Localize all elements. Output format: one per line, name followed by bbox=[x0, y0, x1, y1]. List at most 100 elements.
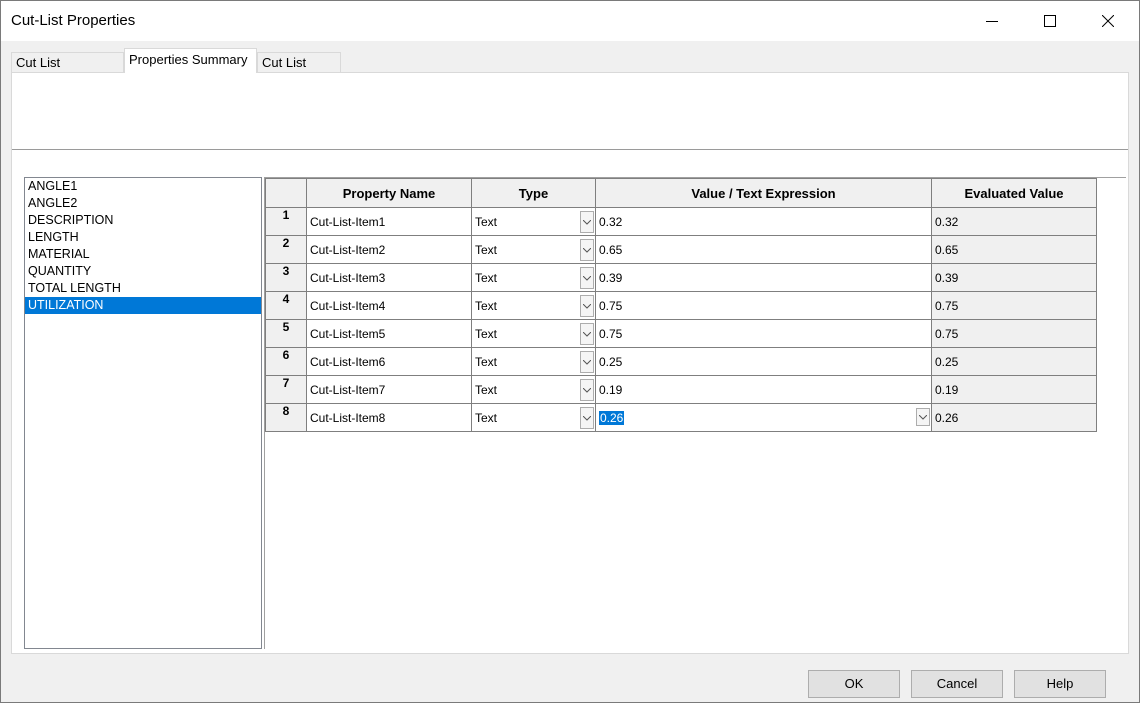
property-name-text: Cut-List-Item6 bbox=[310, 354, 386, 369]
type-dropdown-button[interactable] bbox=[580, 239, 594, 261]
column-header-value-expression[interactable]: Value / Text Expression bbox=[595, 178, 932, 208]
tab-cut-list-table[interactable]: Cut List Table bbox=[257, 52, 341, 90]
minimize-icon bbox=[986, 21, 998, 22]
value-text: 0.75 bbox=[599, 298, 623, 313]
evaluated-value-text: 0.75 bbox=[935, 326, 959, 341]
value-dropdown-button[interactable] bbox=[916, 408, 930, 426]
value-expression-cell[interactable]: 0.75 bbox=[595, 291, 932, 320]
row-number[interactable]: 1 bbox=[265, 207, 307, 236]
property-list-item[interactable]: QUANTITY bbox=[25, 263, 261, 280]
property-name-cell[interactable]: Cut-List-Item8 bbox=[306, 403, 472, 432]
type-dropdown-button[interactable] bbox=[580, 267, 594, 289]
evaluated-value-text: 0.25 bbox=[935, 354, 959, 369]
type-dropdown-button[interactable] bbox=[580, 323, 594, 345]
help-button[interactable]: Help bbox=[1014, 670, 1106, 698]
minimize-button[interactable] bbox=[963, 1, 1021, 41]
row-number[interactable]: 8 bbox=[265, 403, 307, 432]
evaluated-value-cell: 0.75 bbox=[931, 291, 1097, 320]
table-row: 2 Cut-List-Item2 Text 0.65 0.65 bbox=[265, 235, 1097, 264]
property-name-cell[interactable]: Cut-List-Item3 bbox=[306, 263, 472, 292]
cancel-button[interactable]: Cancel bbox=[911, 670, 1003, 698]
property-list-item[interactable]: LENGTH bbox=[25, 229, 261, 246]
evaluated-value-cell: 0.26 bbox=[931, 403, 1097, 432]
property-list[interactable]: ANGLE1 ANGLE2 DESCRIPTION LENGTH MATERIA… bbox=[24, 177, 262, 649]
property-list-item[interactable]: DESCRIPTION bbox=[25, 212, 261, 229]
value-text: 0.65 bbox=[599, 242, 623, 257]
maximize-button[interactable] bbox=[1021, 1, 1079, 41]
property-name-text: Cut-List-Item4 bbox=[310, 298, 386, 313]
table-row: 7 Cut-List-Item7 Text 0.19 0.19 bbox=[265, 375, 1097, 404]
property-name-text: Cut-List-Item5 bbox=[310, 326, 386, 341]
column-header-evaluated-value[interactable]: Evaluated Value bbox=[931, 178, 1097, 208]
evaluated-value-cell: 0.39 bbox=[931, 263, 1097, 292]
property-name-cell[interactable]: Cut-List-Item4 bbox=[306, 291, 472, 320]
type-text: Text bbox=[475, 298, 498, 313]
row-number[interactable]: 6 bbox=[265, 347, 307, 376]
type-cell[interactable]: Text bbox=[471, 207, 596, 236]
evaluated-value-cell: 0.25 bbox=[931, 347, 1097, 376]
type-text: Text bbox=[475, 270, 498, 285]
property-list-item[interactable]: ANGLE1 bbox=[25, 178, 261, 195]
column-header-property-name[interactable]: Property Name bbox=[306, 178, 472, 208]
chevron-down-icon bbox=[583, 275, 591, 281]
evaluated-value-text: 0.32 bbox=[935, 214, 959, 229]
table-row: 6 Cut-List-Item6 Text 0.25 0.25 bbox=[265, 347, 1097, 376]
chevron-down-icon bbox=[583, 219, 591, 225]
property-list-item[interactable]: MATERIAL bbox=[25, 246, 261, 263]
value-expression-cell[interactable]: 0.75 bbox=[595, 319, 932, 348]
property-name-text: Cut-List-Item7 bbox=[310, 382, 386, 397]
row-number[interactable]: 4 bbox=[265, 291, 307, 320]
value-expression-cell[interactable]: 0.25 bbox=[595, 347, 932, 376]
type-text: Text bbox=[475, 214, 498, 229]
row-number[interactable]: 5 bbox=[265, 319, 307, 348]
type-dropdown-button[interactable] bbox=[580, 407, 594, 429]
tab-cut-list-summary[interactable]: Cut List Summary bbox=[11, 52, 124, 90]
value-text: 0.32 bbox=[599, 214, 623, 229]
property-name-cell[interactable]: Cut-List-Item5 bbox=[306, 319, 472, 348]
row-number[interactable]: 7 bbox=[265, 375, 307, 404]
type-dropdown-button[interactable] bbox=[580, 351, 594, 373]
type-dropdown-button[interactable] bbox=[580, 295, 594, 317]
type-text: Text bbox=[475, 410, 498, 425]
row-number[interactable]: 2 bbox=[265, 235, 307, 264]
type-cell[interactable]: Text bbox=[471, 403, 596, 432]
evaluated-value-text: 0.39 bbox=[935, 270, 959, 285]
tab-properties-summary[interactable]: Properties Summary bbox=[124, 48, 257, 73]
value-expression-cell[interactable]: 0.26 bbox=[595, 403, 932, 432]
type-dropdown-button[interactable] bbox=[580, 211, 594, 233]
property-name-cell[interactable]: Cut-List-Item2 bbox=[306, 235, 472, 264]
value-expression-cell[interactable]: 0.32 bbox=[595, 207, 932, 236]
maximize-icon bbox=[1044, 15, 1056, 27]
row-number[interactable]: 3 bbox=[265, 263, 307, 292]
type-cell[interactable]: Text bbox=[471, 347, 596, 376]
value-expression-cell[interactable]: 0.19 bbox=[595, 375, 932, 404]
property-list-item[interactable]: UTILIZATION bbox=[25, 297, 261, 314]
property-name-cell[interactable]: Cut-List-Item6 bbox=[306, 347, 472, 376]
type-cell[interactable]: Text bbox=[471, 235, 596, 264]
cut-list-properties-dialog: Cut-List Properties Cut List Summary Pro… bbox=[0, 0, 1140, 703]
property-name-text: Cut-List-Item8 bbox=[310, 410, 386, 425]
table-row: 4 Cut-List-Item4 Text 0.75 0.75 bbox=[265, 291, 1097, 320]
ok-button[interactable]: OK bbox=[808, 670, 900, 698]
type-cell[interactable]: Text bbox=[471, 375, 596, 404]
evaluated-value-cell: 0.19 bbox=[931, 375, 1097, 404]
property-name-text: Cut-List-Item2 bbox=[310, 242, 386, 257]
evaluated-value-cell: 0.65 bbox=[931, 235, 1097, 264]
property-list-item[interactable]: ANGLE2 bbox=[25, 195, 261, 212]
property-name-cell[interactable]: Cut-List-Item1 bbox=[306, 207, 472, 236]
grid-corner-cell[interactable] bbox=[265, 178, 307, 208]
property-name-text: Cut-List-Item3 bbox=[310, 270, 386, 285]
property-list-item[interactable]: TOTAL LENGTH bbox=[25, 280, 261, 297]
type-cell[interactable]: Text bbox=[471, 263, 596, 292]
type-cell[interactable]: Text bbox=[471, 291, 596, 320]
property-name-cell[interactable]: Cut-List-Item7 bbox=[306, 375, 472, 404]
value-expression-cell[interactable]: 0.65 bbox=[595, 235, 932, 264]
evaluated-value-text: 0.26 bbox=[935, 410, 959, 425]
value-expression-cell[interactable]: 0.39 bbox=[595, 263, 932, 292]
close-button[interactable] bbox=[1079, 1, 1137, 41]
column-header-type[interactable]: Type bbox=[471, 178, 596, 208]
value-text: 0.25 bbox=[599, 354, 623, 369]
type-dropdown-button[interactable] bbox=[580, 379, 594, 401]
type-cell[interactable]: Text bbox=[471, 319, 596, 348]
chevron-down-icon bbox=[583, 387, 591, 393]
